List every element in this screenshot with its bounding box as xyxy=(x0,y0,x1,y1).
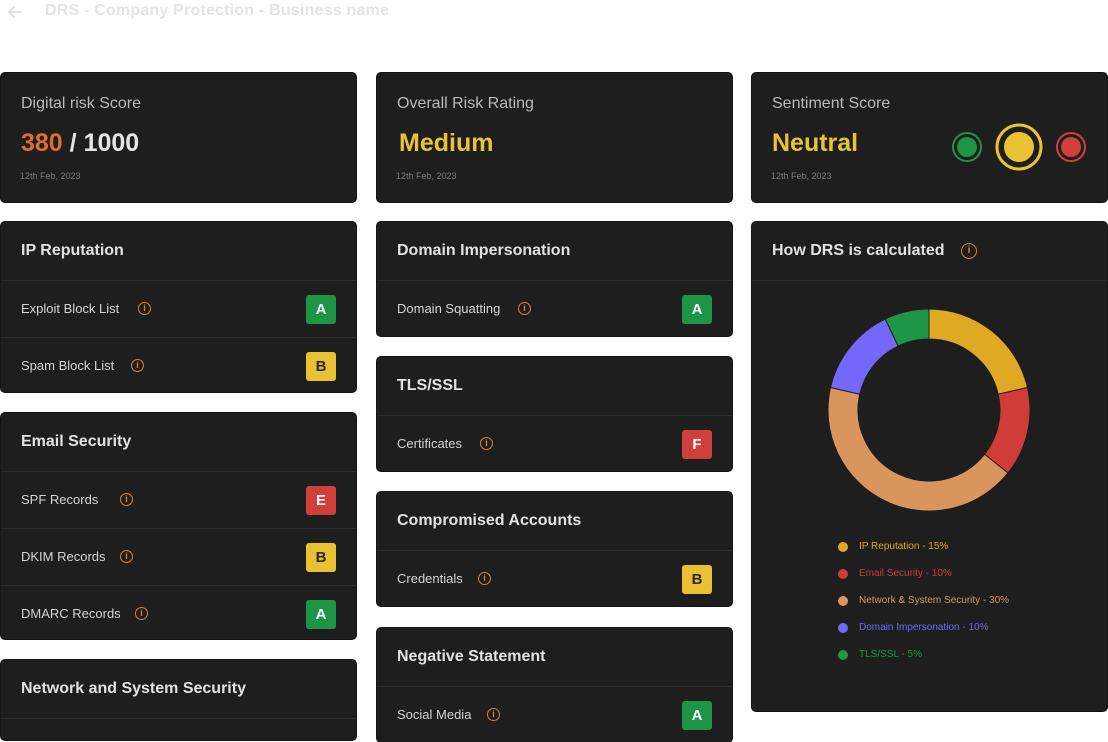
list-item: Certificates i F xyxy=(377,416,732,471)
top-bar: DRS - Company Protection - Business name xyxy=(0,0,1108,30)
sentiment-score-label: Sentiment Score xyxy=(772,95,891,112)
legend-label: IP Reputation - 15% xyxy=(859,541,949,552)
arrow-left-icon[interactable] xyxy=(6,3,24,21)
row-label: DKIM Records xyxy=(21,549,106,564)
donut-chart xyxy=(827,308,1031,512)
info-icon[interactable]: i xyxy=(138,302,151,315)
sentiment-indicator xyxy=(952,123,1086,171)
email-security-card: Email Security SPF Records i E DKIM Reco… xyxy=(1,413,356,639)
row-label: Spam Block List xyxy=(21,358,115,373)
domain-impersonation-card: Domain Impersonation Domain Squatting i … xyxy=(377,222,732,336)
list-item: Domain Squatting i A xyxy=(377,281,732,336)
list-item: DMARC Records i A xyxy=(1,586,356,639)
list-item: SPF Records i E xyxy=(1,472,356,529)
info-icon[interactable]: i xyxy=(518,302,531,315)
legend-dot xyxy=(838,650,848,660)
sentiment-score-value: Neutral xyxy=(772,129,859,157)
legend-dot xyxy=(838,542,848,552)
grade-badge: F xyxy=(682,430,712,459)
legend-dot xyxy=(838,596,848,606)
grade-badge: E xyxy=(306,486,336,515)
domain-impersonation-title: Domain Impersonation xyxy=(377,222,732,281)
digital-risk-score-date: 12th Feb, 2023 xyxy=(20,171,81,181)
donut-slice-3 xyxy=(829,318,899,395)
legend-dot xyxy=(838,569,848,579)
legend-label: TLS/SSL - 5% xyxy=(859,649,922,660)
row-label: Domain Squatting xyxy=(397,301,501,316)
row-label: Exploit Block List xyxy=(21,301,120,316)
score-max: 1000 xyxy=(83,129,140,157)
sentiment-score-date: 12th Feb, 2023 xyxy=(771,171,832,181)
list-item: Spam Block List i B xyxy=(1,338,356,392)
digital-risk-score-label: Digital risk Score xyxy=(21,95,142,112)
compromised-accounts-title: Compromised Accounts xyxy=(377,492,732,551)
row-label: Credentials xyxy=(397,571,463,586)
info-icon[interactable]: i xyxy=(478,572,491,585)
overall-risk-rating-date: 12th Feb, 2023 xyxy=(396,171,457,181)
network-security-title: Network and System Security xyxy=(1,660,356,719)
row-label: Certificates xyxy=(397,436,463,451)
sentiment-score-card: Sentiment Score Neutral 12th Feb, 2023 xyxy=(752,73,1107,202)
sentiment-negative-light xyxy=(1056,132,1086,162)
overall-risk-rating-label: Overall Risk Rating xyxy=(397,95,534,112)
negative-statement-title: Negative Statement xyxy=(377,628,732,687)
list-item: DKIM Records i B xyxy=(1,529,356,586)
info-icon[interactable]: i xyxy=(135,607,148,620)
network-security-card: Network and System Security xyxy=(1,660,356,740)
list-item: Exploit Block List i A xyxy=(1,281,356,338)
ip-reputation-title: IP Reputation xyxy=(1,222,356,281)
overall-risk-rating-card: Overall Risk Rating Medium 12th Feb, 202… xyxy=(377,73,732,202)
grade-badge: A xyxy=(682,295,712,324)
digital-risk-score-card: Digital risk Score 380 / 1000 12th Feb, … xyxy=(1,73,356,202)
legend-label: Email Security - 10% xyxy=(859,568,952,579)
grade-badge: B xyxy=(682,565,712,594)
email-security-title: Email Security xyxy=(1,413,356,472)
chart-title: How DRS is calculated xyxy=(772,242,945,259)
grade-badge: A xyxy=(306,295,336,324)
score-current: 380 xyxy=(21,129,63,157)
list-item: Credentials i B xyxy=(377,551,732,606)
grade-badge: A xyxy=(306,600,336,629)
grade-badge: A xyxy=(682,701,712,730)
grade-badge: B xyxy=(306,543,336,572)
grade-badge: B xyxy=(306,352,336,381)
ip-reputation-card: IP Reputation Exploit Block List i A Spa… xyxy=(1,222,356,392)
drs-calculation-card: How DRS is calculated i IP Reputation - … xyxy=(752,222,1107,711)
score-separator: / xyxy=(62,129,84,157)
sentiment-neutral-light xyxy=(995,123,1043,171)
row-label: SPF Records xyxy=(21,492,99,507)
tls-ssl-card: TLS/SSL Certificates i F xyxy=(377,357,732,471)
info-icon[interactable]: i xyxy=(480,437,493,450)
tls-ssl-title: TLS/SSL xyxy=(377,357,732,416)
page-title: DRS - Company Protection - Business name xyxy=(45,2,390,19)
donut-slice-0 xyxy=(928,308,1029,395)
info-icon[interactable]: i xyxy=(487,708,500,721)
overall-risk-rating-value: Medium xyxy=(399,129,494,157)
donut-slice-2 xyxy=(827,386,1009,512)
info-icon[interactable]: i xyxy=(131,359,144,372)
info-icon[interactable]: i xyxy=(120,550,133,563)
legend-dot xyxy=(838,623,848,633)
divider xyxy=(752,280,1107,281)
row-label: DMARC Records xyxy=(21,606,121,621)
negative-statement-card: Negative Statement Social Media i A xyxy=(377,628,732,742)
digital-risk-score-value: 380 / 1000 xyxy=(21,129,139,158)
compromised-accounts-card: Compromised Accounts Credentials i B xyxy=(377,492,732,606)
legend-label: Domain Impersonation - 10% xyxy=(859,622,989,633)
sentiment-positive-light xyxy=(952,132,982,162)
row-label: Social Media xyxy=(397,707,472,722)
legend-label: Network & System Security - 30% xyxy=(859,595,1010,606)
info-icon[interactable]: i xyxy=(961,243,977,259)
info-icon[interactable]: i xyxy=(120,493,133,506)
list-item: Social Media i A xyxy=(377,687,732,742)
